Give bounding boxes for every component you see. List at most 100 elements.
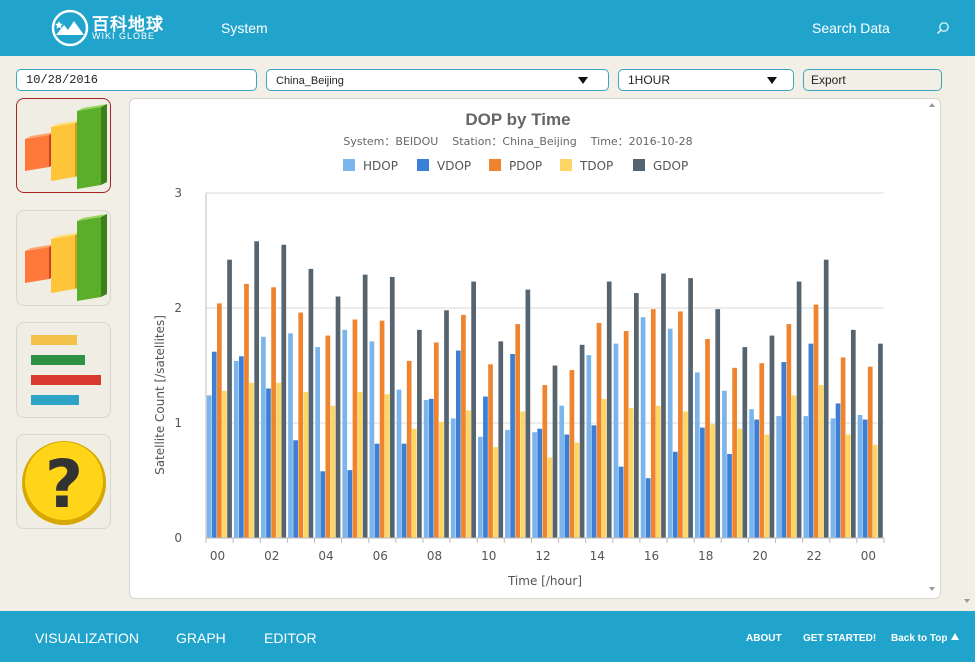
bar-gdop-11[interactable] bbox=[525, 289, 531, 538]
bar-tdop-23[interactable] bbox=[845, 434, 851, 539]
bar-hdop-3[interactable] bbox=[288, 333, 293, 538]
bar-tdop-0[interactable] bbox=[222, 390, 227, 538]
bar-gdop-22[interactable] bbox=[823, 259, 829, 538]
bar-gdop-23[interactable] bbox=[850, 329, 856, 538]
bar-gdop-6[interactable] bbox=[389, 276, 395, 538]
bar-pdop-20[interactable] bbox=[759, 363, 765, 538]
bar-vdop-3[interactable] bbox=[293, 440, 298, 538]
bar-hdop-10[interactable] bbox=[478, 436, 483, 538]
bar-tdop-6[interactable] bbox=[384, 394, 390, 538]
bar-vdop-16[interactable] bbox=[645, 478, 651, 538]
bar-hdop-18[interactable] bbox=[694, 372, 700, 538]
bar-pdop-22[interactable] bbox=[813, 304, 819, 538]
bar-vdop-23[interactable] bbox=[835, 403, 841, 538]
bar-hdop-1[interactable] bbox=[233, 360, 239, 538]
station-select[interactable]: China_Beijing bbox=[266, 69, 609, 91]
bar-tdop-20[interactable] bbox=[764, 434, 770, 539]
bar-pdop-10[interactable] bbox=[488, 364, 493, 538]
bar-tdop-13[interactable] bbox=[574, 442, 580, 538]
back-to-top-link[interactable]: Back to Top bbox=[891, 633, 960, 644]
bar-hdop-12[interactable] bbox=[532, 432, 537, 538]
bar-gdop-16[interactable] bbox=[661, 273, 666, 539]
legend-label-vdop[interactable]: VDOP bbox=[437, 159, 471, 173]
bar-vdop-24[interactable] bbox=[862, 419, 868, 538]
legend-label-gdop[interactable]: GDOP bbox=[653, 159, 688, 173]
bar-vdop-12[interactable] bbox=[537, 428, 543, 538]
legend-label-tdop[interactable]: TDOP bbox=[579, 159, 613, 173]
bar-hdop-21[interactable] bbox=[776, 416, 782, 538]
bar-pdop-9[interactable] bbox=[461, 314, 466, 538]
bar-hdop-4[interactable] bbox=[315, 347, 320, 538]
bar-pdop-8[interactable] bbox=[433, 342, 439, 539]
bar-hdop-20[interactable] bbox=[749, 409, 754, 538]
bar-pdop-6[interactable] bbox=[379, 320, 385, 538]
bar-vdop-20[interactable] bbox=[754, 419, 759, 538]
bar-gdop-15[interactable] bbox=[634, 293, 639, 538]
bar-pdop-19[interactable] bbox=[732, 367, 737, 538]
legend-label-pdop[interactable]: PDOP bbox=[509, 159, 542, 173]
export-button[interactable]: Export bbox=[803, 69, 942, 91]
legend-swatch-gdop[interactable] bbox=[633, 159, 645, 171]
bar-pdop-15[interactable] bbox=[623, 331, 629, 538]
footer-nav-graph[interactable]: GRAPH bbox=[176, 630, 226, 646]
legend-swatch-pdop[interactable] bbox=[489, 159, 501, 171]
bar-gdop-1[interactable] bbox=[254, 241, 260, 539]
bar-vdop-10[interactable] bbox=[483, 396, 488, 538]
bar-hdop-9[interactable] bbox=[450, 418, 456, 538]
bar-vdop-17[interactable] bbox=[672, 451, 678, 538]
bar-gdop-24[interactable] bbox=[878, 343, 883, 538]
bar-pdop-24[interactable] bbox=[867, 366, 873, 538]
bar-gdop-10[interactable] bbox=[498, 341, 504, 538]
bar-pdop-17[interactable] bbox=[678, 311, 683, 538]
bar-pdop-21[interactable] bbox=[786, 324, 792, 538]
legend-swatch-vdop[interactable] bbox=[417, 159, 429, 171]
bar-pdop-4[interactable] bbox=[325, 335, 331, 538]
bar-pdop-7[interactable] bbox=[406, 360, 412, 538]
bar-gdop-14[interactable] bbox=[606, 281, 612, 538]
bar-gdop-9[interactable] bbox=[471, 281, 476, 538]
bar-tdop-12[interactable] bbox=[547, 457, 553, 539]
bar-gdop-13[interactable] bbox=[579, 344, 585, 538]
bar-gdop-5[interactable] bbox=[362, 274, 368, 538]
bar-tdop-4[interactable] bbox=[330, 405, 336, 538]
bar-pdop-13[interactable] bbox=[569, 370, 575, 538]
legend-swatch-tdop[interactable] bbox=[560, 159, 572, 171]
bar-hdop-6[interactable] bbox=[369, 341, 375, 538]
bar-hdop-19[interactable] bbox=[722, 390, 727, 538]
bar-pdop-16[interactable] bbox=[650, 309, 656, 538]
legend-swatch-hdop[interactable] bbox=[343, 159, 355, 171]
about-link[interactable]: ABOUT bbox=[746, 633, 782, 644]
bar-vdop-2[interactable] bbox=[266, 388, 271, 539]
bar-gdop-19[interactable] bbox=[742, 347, 748, 538]
bar-hdop-24[interactable] bbox=[857, 414, 863, 538]
bar-tdop-7[interactable] bbox=[411, 428, 417, 538]
panel-scroll-down[interactable] bbox=[929, 587, 935, 591]
bar-hdop-15[interactable] bbox=[613, 343, 619, 538]
bar-gdop-2[interactable] bbox=[281, 244, 287, 538]
bar-tdop-1[interactable] bbox=[249, 382, 254, 538]
bar-gdop-12[interactable] bbox=[552, 365, 558, 539]
bar-tdop-18[interactable] bbox=[710, 424, 715, 538]
bar-vdop-6[interactable] bbox=[374, 443, 380, 538]
bar-gdop-18[interactable] bbox=[715, 309, 721, 538]
bar-hdop-22[interactable] bbox=[803, 416, 809, 538]
brand-subtitle[interactable]: WIKI GLOBE bbox=[92, 31, 155, 41]
bar-tdop-8[interactable] bbox=[439, 421, 444, 538]
bar-hdop-0[interactable] bbox=[206, 395, 212, 538]
bar-pdop-3[interactable] bbox=[298, 312, 304, 538]
bar-hdop-17[interactable] bbox=[667, 328, 673, 538]
bar-vdop-19[interactable] bbox=[727, 454, 732, 538]
bar-hdop-8[interactable] bbox=[423, 400, 429, 538]
bar-gdop-20[interactable] bbox=[769, 335, 775, 538]
bar-tdop-10[interactable] bbox=[493, 447, 498, 538]
get-started-link[interactable]: GET STARTED! bbox=[803, 633, 876, 644]
bar-gdop-8[interactable] bbox=[444, 310, 449, 538]
bar-gdop-4[interactable] bbox=[335, 296, 341, 539]
search-data-link[interactable]: Search Data bbox=[812, 20, 890, 36]
bar-tdop-9[interactable] bbox=[466, 410, 471, 538]
bar-tdop-11[interactable] bbox=[520, 411, 526, 539]
tile-bar-chart-2[interactable] bbox=[16, 210, 111, 306]
bar-hdop-23[interactable] bbox=[830, 418, 836, 538]
globe-logo-icon[interactable] bbox=[50, 9, 90, 47]
tile-horizontal-bars[interactable] bbox=[16, 322, 111, 418]
